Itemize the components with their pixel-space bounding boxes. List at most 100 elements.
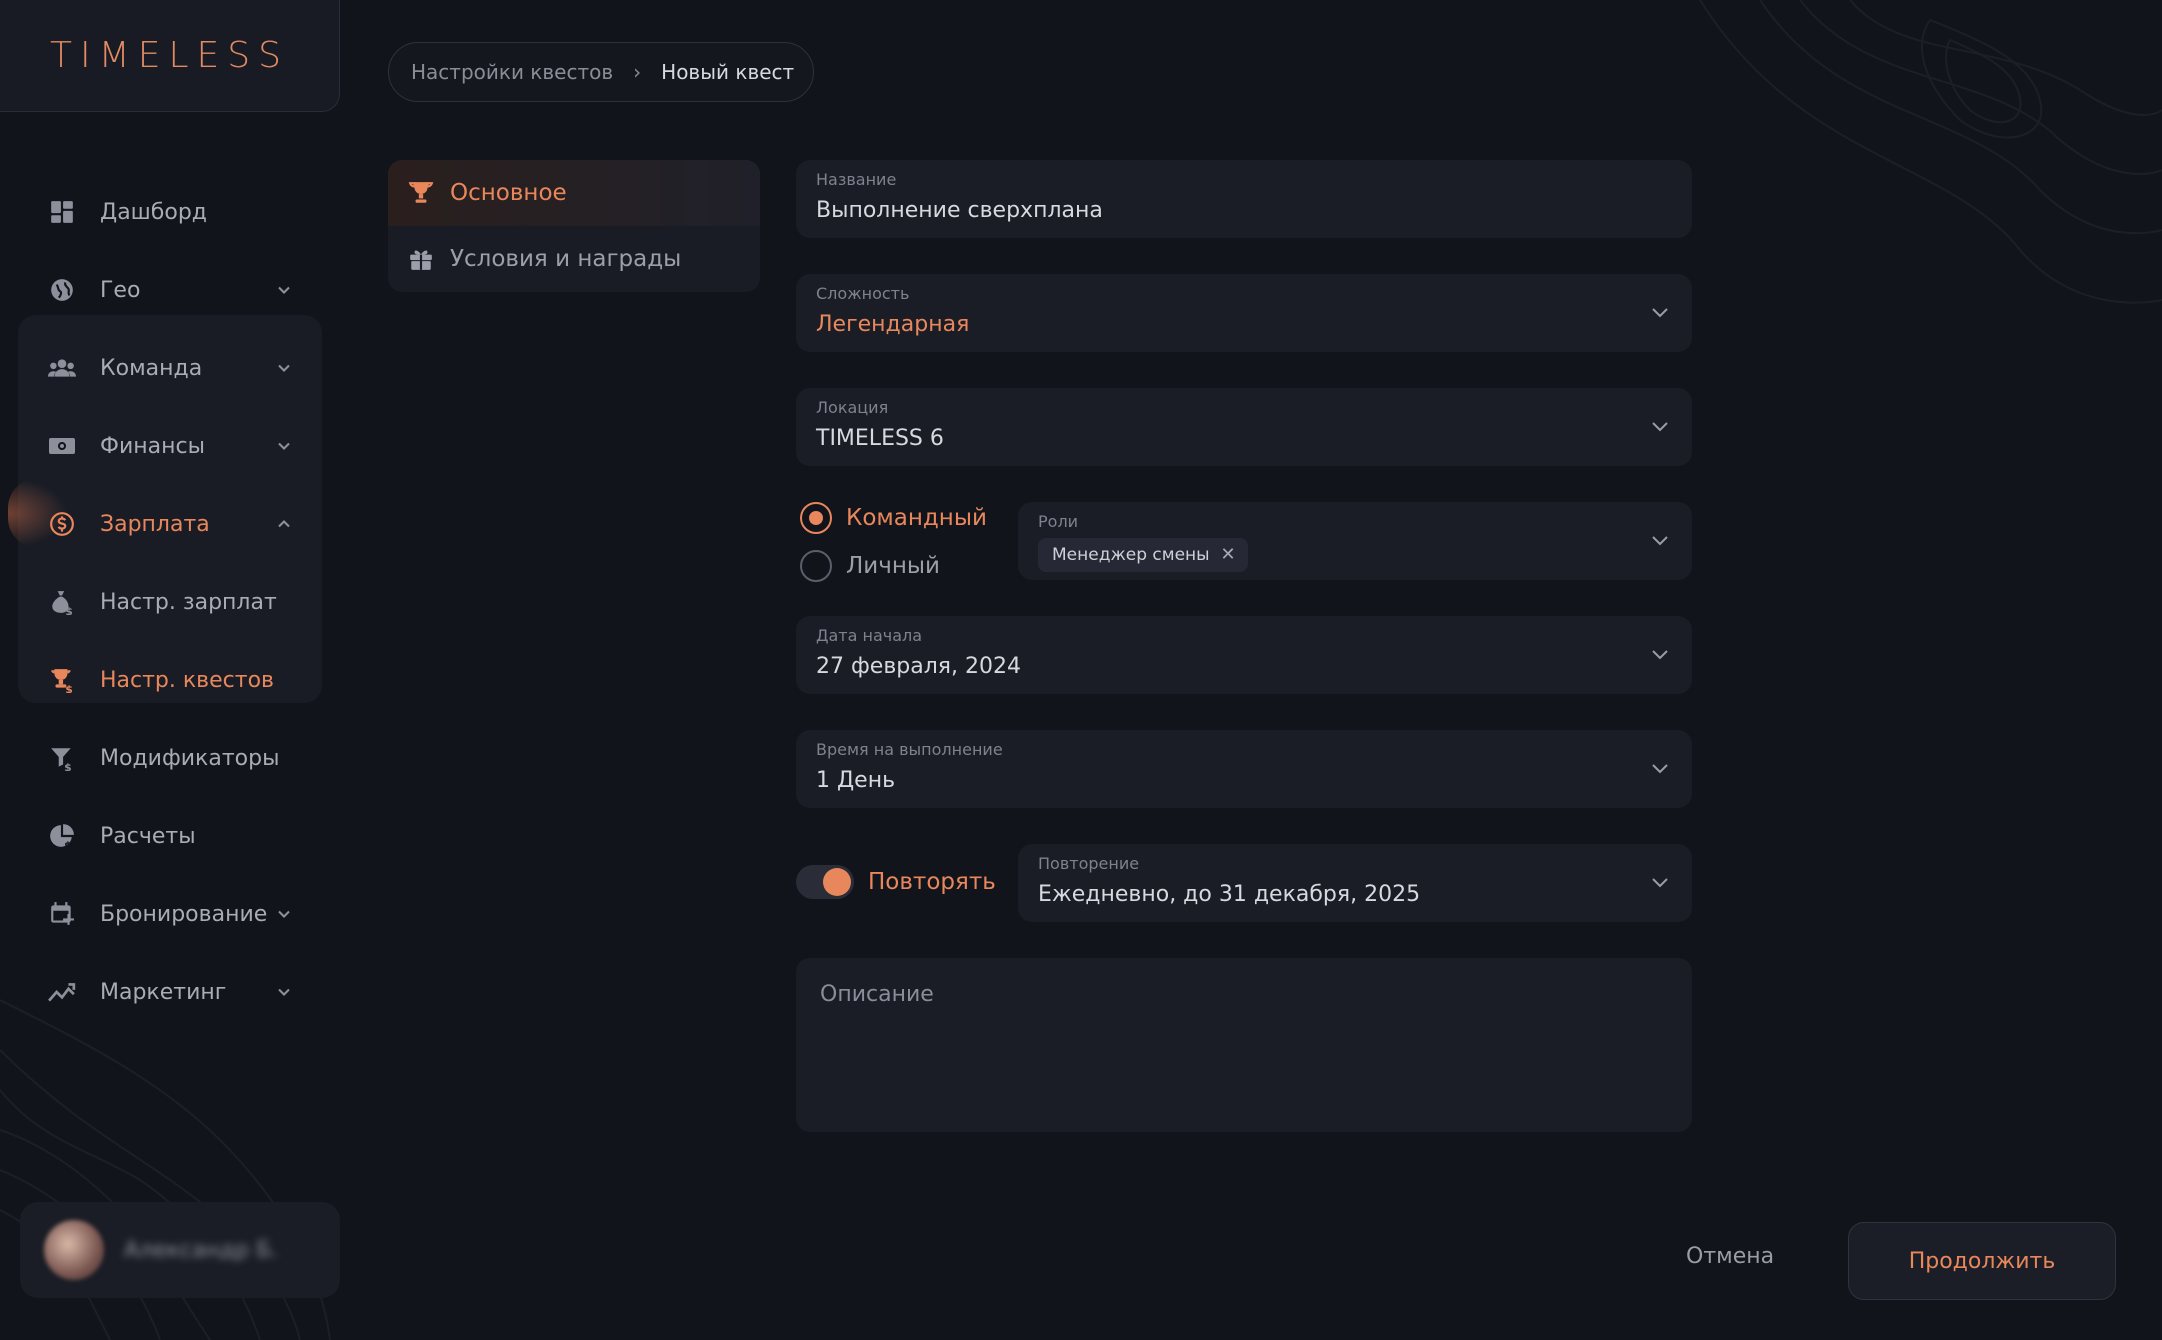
field-label: Название [816,170,897,189]
dashboard-icon [48,198,76,226]
role-chip-label: Менеджер смены [1052,545,1210,565]
form-tabs: Основное Условия и награды [388,160,760,292]
breadcrumb-current: Новый квест [661,60,795,84]
breadcrumb-parent-link[interactable]: Настройки квестов [411,60,613,84]
location-select[interactable]: Локация TIMELESS 6 [796,388,1692,466]
dollar-circle-icon [48,510,76,538]
field-value: Ежедневно, до 31 декабря, 2025 [1038,882,1421,907]
team-icon [48,354,76,382]
svg-text:$: $ [65,683,73,693]
user-menu[interactable]: Александр Б. [20,1202,340,1298]
difficulty-select[interactable]: Сложность Легендарная [796,274,1692,352]
sidebar-item-label: Команда [100,355,203,381]
continue-button-label: Продолжить [1908,1248,2056,1274]
tab-label: Условия и награды [450,246,682,272]
description-placeholder: Описание [820,982,934,1007]
chevron-down-icon [1648,642,1672,666]
filter-dollar-icon: $ [48,744,76,772]
field-value: Выполнение сверхплана [816,198,1103,223]
toggle-label: Повторять [868,869,996,895]
gift-icon [406,244,436,274]
field-label: Локация [816,398,889,417]
chevron-down-icon [274,436,294,456]
radio-button-selected[interactable] [800,502,832,534]
sidebar-item-salary-settings[interactable]: $ Настр. зарплат [20,572,320,632]
duration-select[interactable]: Время на выполнение 1 День [796,730,1692,808]
field-value: Легендарная [816,312,970,337]
chevron-down-icon [274,280,294,300]
field-value: 1 День [816,768,896,793]
toggle-switch[interactable] [796,865,854,899]
continue-button[interactable]: Продолжить [1848,1222,2116,1300]
field-label: Сложность [816,284,910,303]
money-icon [48,432,76,460]
radio-button[interactable] [800,550,832,582]
radio-label: Личный [846,553,940,579]
trend-icon [48,978,76,1006]
chevron-down-icon [274,358,294,378]
sidebar-item-geo[interactable]: Гео [20,260,320,320]
roles-select[interactable]: Роли Менеджер смены ✕ [1018,502,1692,580]
chevron-up-icon [274,514,294,534]
radio-team[interactable]: Командный [800,500,987,536]
role-chip: Менеджер смены ✕ [1038,538,1248,572]
radio-personal[interactable]: Личный [800,548,940,584]
globe-icon [48,276,76,304]
tab-label: Основное [450,180,567,206]
brand-logo: TIMELESS [50,35,289,76]
field-value: 27 февраля, 2024 [816,654,1022,679]
toggle-knob [823,868,851,896]
sidebar-item-calculations[interactable]: $ Расчеты [20,806,320,866]
chevron-down-icon [274,904,294,924]
chevron-down-icon [1648,870,1672,894]
trophy-icon [406,178,436,208]
field-value: TIMELESS 6 [816,426,944,451]
chevron-down-icon [1648,300,1672,324]
user-name: Александр Б. [124,1237,279,1263]
sidebar-item-label: Настр. квестов [100,667,275,693]
logo-container[interactable]: TIMELESS [0,0,340,112]
sidebar-item-label: Маркетинг [100,979,227,1005]
sidebar-item-salary[interactable]: Зарплата [20,494,320,554]
repeat-toggle[interactable]: Повторять [796,862,996,902]
money-bag-icon: $ [48,588,76,616]
remove-chip-icon[interactable]: ✕ [1221,544,1236,565]
svg-text:$: $ [64,761,72,771]
sidebar-item-finance[interactable]: Финансы [20,416,320,476]
repetition-select[interactable]: Повторение Ежедневно, до 31 декабря, 202… [1018,844,1692,922]
sidebar-item-label: Финансы [100,433,205,459]
sidebar-item-team[interactable]: Команда [20,338,320,398]
breadcrumb-separator-icon: › [633,60,642,84]
sidebar-item-dashboard[interactable]: Дашборд [20,182,320,242]
field-label: Время на выполнение [816,740,1003,759]
tab-conditions-rewards[interactable]: Условия и награды [388,226,760,292]
trophy-dollar-icon: $ [48,666,76,694]
cancel-button[interactable]: Отмена [1686,1244,1774,1269]
avatar [44,1220,104,1280]
sidebar-item-label: Настр. зарплат [100,589,277,615]
chevron-down-icon [1648,528,1672,552]
svg-text:$: $ [65,605,73,615]
sidebar-item-booking[interactable]: Бронирование [20,884,320,944]
breadcrumb: Настройки квестов › Новый квест [388,42,814,102]
sidebar-item-label: Расчеты [100,823,196,849]
field-label: Дата начала [816,626,923,645]
field-label: Повторение [1038,854,1140,873]
sidebar-item-quest-settings[interactable]: $ Настр. квестов [20,650,320,710]
sidebar-item-label: Модификаторы [100,745,280,771]
tab-main[interactable]: Основное [388,160,760,226]
chevron-down-icon [1648,414,1672,438]
sidebar-item-marketing[interactable]: Маркетинг [20,962,320,1022]
sidebar-item-label: Бронирование [100,901,268,927]
radio-label: Командный [846,505,987,531]
quest-name-field[interactable]: Название Выполнение сверхплана [796,160,1692,238]
start-date-select[interactable]: Дата начала 27 февраля, 2024 [796,616,1692,694]
svg-text:$: $ [64,839,72,849]
sidebar-item-modifiers[interactable]: $ Модификаторы [20,728,320,788]
field-label: Роли [1038,512,1079,531]
chevron-down-icon [1648,756,1672,780]
description-textarea[interactable]: Описание [796,958,1692,1132]
sidebar-item-label: Зарплата [100,511,210,537]
chevron-down-icon [274,982,294,1002]
calendar-plus-icon [48,900,76,928]
